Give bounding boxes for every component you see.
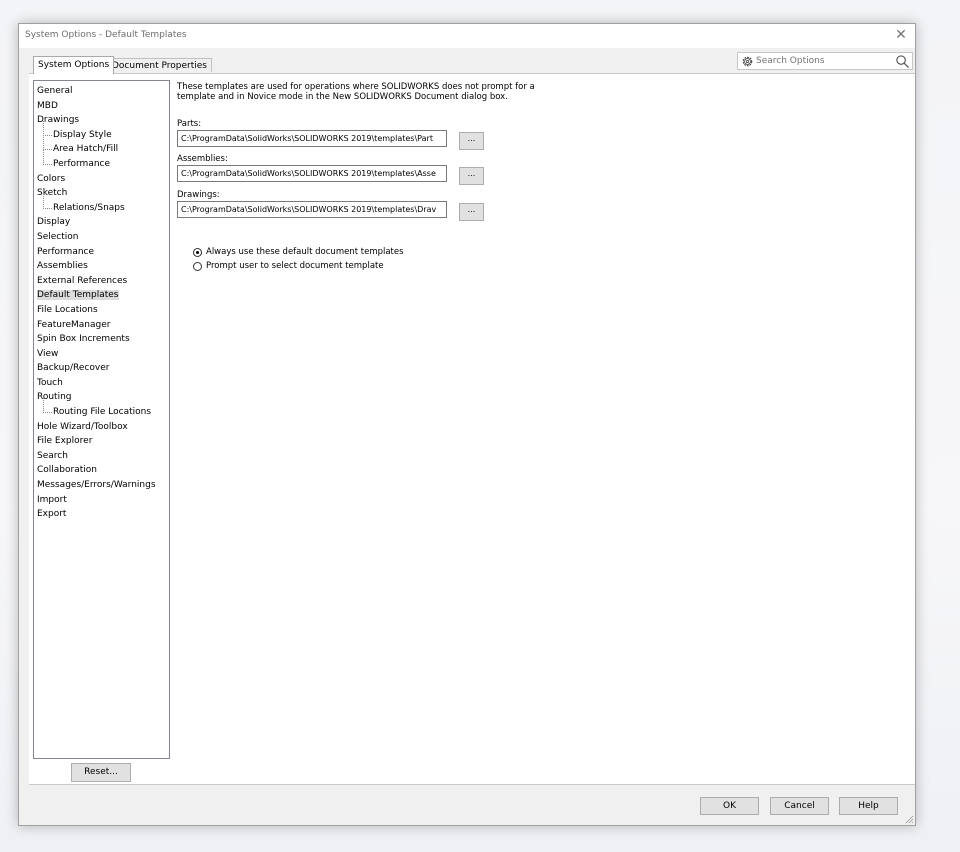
tree-item[interactable]: Routing File Locations: [34, 398, 169, 420]
templates-description: These templates are used for operations …: [177, 82, 535, 102]
default-templates-page: These templates are used for operations …: [177, 82, 897, 271]
tree-item[interactable]: Drawings: [34, 113, 169, 128]
tree-item[interactable]: Spin Box Increments: [34, 332, 169, 347]
tree-item-label: Messages/Errors/Warnings: [37, 480, 156, 491]
prompt-user-label: Prompt user to select document template: [206, 261, 384, 271]
tree-item-label: Import: [37, 494, 67, 505]
tree-item-label: Default Templates: [37, 290, 119, 301]
assemblies-template-field[interactable]: [177, 165, 447, 182]
tree-item-label: Routing File Locations: [53, 407, 152, 418]
tree-item-label: General: [37, 86, 73, 96]
tab-system-options[interactable]: System Options: [33, 56, 115, 74]
tree-item-label: FeatureManager: [37, 319, 111, 330]
tree-item-label: Touch: [37, 377, 63, 388]
tree-item[interactable]: External References: [34, 274, 169, 289]
window-title: System Options - Default Templates: [25, 30, 187, 40]
tree-item[interactable]: FeatureManager: [34, 318, 169, 333]
drawings-label: Drawings:: [177, 190, 220, 200]
system-options-dialog: System Options - Default Templates ✕ Sys…: [18, 23, 916, 826]
help-button[interactable]: Help: [839, 797, 898, 815]
search-input[interactable]: [756, 54, 886, 68]
tree-item-label: File Locations: [37, 304, 98, 315]
ok-button[interactable]: OK: [700, 797, 759, 815]
assemblies-label: Assemblies:: [177, 154, 228, 164]
tree-item[interactable]: Messages/Errors/Warnings: [34, 478, 169, 493]
tree-item-label: Spin Box Increments: [37, 334, 130, 345]
options-tree[interactable]: General MBD Drawings Display Style Area Hatc…: [33, 80, 170, 759]
assemblies-browse-button[interactable]: ...: [459, 167, 484, 185]
cancel-button[interactable]: Cancel: [770, 797, 829, 815]
tree-item-label: Display: [37, 217, 71, 228]
gear-icon[interactable]: [741, 55, 754, 68]
title-bar[interactable]: System Options - Default Templates ✕: [19, 24, 915, 48]
tree-item-label: Display Style: [53, 129, 112, 140]
tree-item-label: Collaboration: [37, 465, 97, 476]
tree-item[interactable]: View: [34, 347, 169, 362]
always-use-defaults-option[interactable]: Always use these default document templa…: [193, 245, 404, 259]
drawings-template-field[interactable]: [177, 201, 447, 218]
resize-grip-icon[interactable]: [904, 814, 914, 824]
tree-item[interactable]: Assemblies: [34, 259, 169, 274]
tree-item-label: File Explorer: [37, 436, 93, 447]
tree-item[interactable]: Display: [34, 215, 169, 230]
options-panel: General MBD Drawings Display Style Area Hatc…: [29, 73, 915, 785]
tree-item[interactable]: File Locations: [34, 303, 169, 318]
tree-item-label: Assemblies: [37, 261, 88, 272]
tree-item[interactable]: Collaboration: [34, 463, 169, 478]
reset-button[interactable]: Reset...: [71, 763, 131, 782]
tree-item-label: View: [37, 348, 59, 359]
tree-item[interactable]: Backup/Recover: [34, 361, 169, 376]
tree-item[interactable]: Search: [34, 449, 169, 464]
tree-item-label: Relations/Snaps: [53, 202, 125, 213]
tree-item[interactable]: Area Hatch/Fill: [34, 135, 169, 157]
tree-item[interactable]: Display Style: [34, 120, 169, 143]
tree-item-label: Export: [37, 509, 67, 520]
close-icon[interactable]: ✕: [893, 27, 909, 43]
tree-item-label: External References: [37, 275, 128, 286]
tree-item[interactable]: Relations/Snaps: [34, 193, 169, 216]
tree-item-label: Colors: [37, 173, 66, 184]
prompt-user-radio[interactable]: [193, 261, 202, 271]
tree-item[interactable]: File Explorer: [34, 434, 169, 449]
always-use-defaults-radio[interactable]: [193, 247, 202, 257]
tree-item-label: Sketch: [37, 188, 68, 199]
tab-document-properties[interactable]: Document Properties: [107, 58, 212, 72]
tree-item[interactable]: Selection: [34, 230, 169, 245]
tree-item[interactable]: Performance: [34, 245, 169, 260]
tree-item[interactable]: MBD: [34, 99, 169, 114]
tree-item-label: Hole Wizard/Toolbox: [37, 421, 128, 432]
tree-item-label: Backup/Recover: [37, 363, 110, 374]
tree-item[interactable]: Performance: [34, 150, 169, 172]
parts-template-field[interactable]: [177, 130, 447, 147]
tree-item-label: Selection: [37, 231, 79, 242]
tree-item-label: Performance: [37, 246, 95, 257]
prompt-user-option[interactable]: Prompt user to select document template: [193, 259, 384, 273]
tree-item-label: MBD: [37, 100, 58, 111]
parts-browse-button[interactable]: ...: [459, 132, 484, 150]
tree-item[interactable]: Touch: [34, 376, 169, 391]
search-options-box[interactable]: [737, 52, 913, 70]
magnifier-icon[interactable]: [895, 54, 910, 69]
tree-item[interactable]: General: [34, 84, 169, 99]
tree-item[interactable]: Export: [34, 507, 169, 522]
parts-label: Parts:: [177, 119, 202, 129]
tree-item-label: Search: [37, 450, 68, 461]
tree-item-label: Area Hatch/Fill: [53, 144, 119, 155]
tree-item[interactable]: Hole Wizard/Toolbox: [34, 420, 169, 435]
tree-item[interactable]: Default Templates: [34, 288, 169, 303]
tree-item[interactable]: Routing: [34, 390, 169, 405]
tree-item-label: Performance: [53, 158, 111, 169]
always-use-defaults-label: Always use these default document templa…: [206, 247, 404, 257]
tree-item[interactable]: Sketch: [34, 186, 169, 201]
tree-item[interactable]: Import: [34, 493, 169, 508]
drawings-browse-button[interactable]: ...: [459, 203, 484, 221]
tree-item[interactable]: Colors: [34, 172, 169, 187]
